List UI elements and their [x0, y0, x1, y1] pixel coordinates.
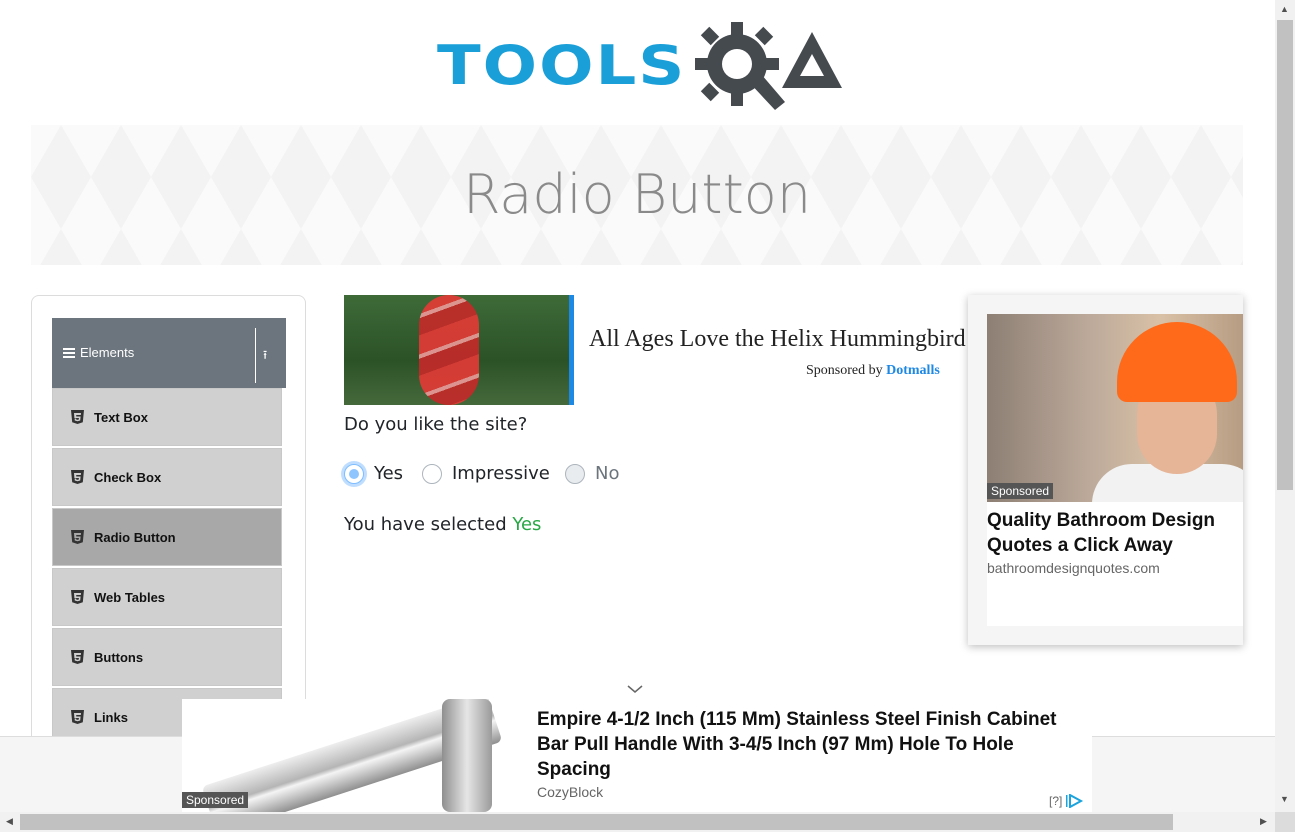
hummingbird-ad-image[interactable]: [344, 295, 574, 405]
sidebar-item-label: Text Box: [94, 409, 148, 425]
radio-yes-circle[interactable]: [344, 463, 364, 484]
sidebar-item-label: Check Box: [94, 469, 162, 485]
hamburger-icon: [63, 348, 75, 358]
radio-impressive-label[interactable]: Impressive: [452, 463, 550, 484]
ad-title[interactable]: All Ages Love the Helix Hummingbird: [589, 326, 969, 353]
gear-q-icon: [695, 22, 785, 110]
scroll-down-icon[interactable]: ▼: [1280, 794, 1289, 804]
sponsored-badge: Sponsored: [987, 483, 1054, 499]
radio-yes[interactable]: Yes: [344, 463, 403, 484]
html5-icon: [71, 410, 84, 424]
sidebar-item-buttons[interactable]: Buttons: [52, 628, 282, 686]
elements-group-header[interactable]: Elements ⭱: [52, 318, 286, 388]
logo-a-icon: [782, 32, 842, 88]
ad-text-box[interactable]: Quality Bathroom Design Quotes a Click A…: [987, 502, 1243, 626]
ad-domain: CozyBlock: [537, 784, 604, 800]
adchoices[interactable]: [?]: [1049, 794, 1084, 808]
html5-icon: [71, 470, 84, 484]
html5-icon: [71, 530, 84, 544]
html5-icon: [71, 650, 84, 664]
result-prefix: You have selected: [344, 514, 513, 535]
adchoices-icon[interactable]: [1066, 794, 1084, 808]
handle-leg: [442, 699, 492, 812]
logo-text: TOOLS: [437, 34, 687, 98]
adchoices-label[interactable]: [?]: [1049, 794, 1062, 808]
vertical-scroll-thumb[interactable]: [1277, 20, 1293, 490]
ad-title[interactable]: Empire 4-1/2 Inch (115 Mm) Stainless Ste…: [537, 707, 1092, 782]
vertical-scrollbar[interactable]: ▲ ▼: [1275, 0, 1295, 812]
radio-yes-label[interactable]: Yes: [374, 463, 403, 484]
group-label: Elements: [80, 345, 135, 360]
toolsqa-logo[interactable]: TOOLS: [437, 20, 842, 112]
question-text: Do you like the site?: [344, 414, 528, 435]
divider: [255, 328, 256, 383]
horizontal-scroll-thumb[interactable]: [20, 814, 1173, 830]
sidebar-item-check-box[interactable]: Check Box: [52, 448, 282, 506]
scrollbar-corner: [1275, 812, 1295, 832]
html5-icon: [71, 590, 84, 604]
sponsored-badge: Sponsored: [182, 792, 249, 808]
sidebar-item-radio-button[interactable]: Radio Button: [52, 508, 282, 566]
ad-title[interactable]: Quality Bathroom Design Quotes a Click A…: [987, 508, 1243, 558]
sidebar-item-text-box[interactable]: Text Box: [52, 388, 282, 446]
left-sidebar: Elements ⭱ Text Box Check Box Radio Butt…: [31, 295, 306, 755]
bottom-ad[interactable]: Sponsored Empire 4-1/2 Inch (115 Mm) Sta…: [182, 699, 1092, 812]
chevron-down-icon[interactable]: [627, 681, 643, 697]
radio-no-label: No: [595, 463, 620, 484]
sidebar-item-label: Web Tables: [94, 589, 166, 605]
scroll-left-icon[interactable]: ◀: [6, 816, 13, 827]
sponsor-brand-link[interactable]: Dotmalls: [886, 363, 940, 378]
scroll-up-icon[interactable]: ▲: [1280, 4, 1289, 14]
radio-no: No: [565, 463, 619, 484]
ad-photo: [987, 314, 1243, 502]
html5-icon: [71, 710, 84, 724]
radio-impressive[interactable]: Impressive: [422, 463, 550, 484]
page-title: Radio Button: [462, 163, 812, 226]
collapse-arrow-icon[interactable]: ⭱: [263, 346, 267, 367]
radio-impressive-circle[interactable]: [422, 463, 442, 484]
horizontal-scrollbar[interactable]: ◀ ▶: [0, 812, 1275, 832]
helix-ribbon-graphic: [419, 295, 479, 405]
selection-result: You have selected Yes: [344, 514, 541, 535]
sidebar-item-label: Links: [94, 709, 128, 725]
result-value: Yes: [512, 514, 542, 535]
sidebar-item-web-tables[interactable]: Web Tables: [52, 568, 282, 626]
ad-domain: bathroomdesignquotes.com: [987, 560, 1160, 576]
radio-no-circle: [565, 463, 585, 484]
ad-sponsor-line: Sponsored by Dotmalls: [806, 363, 940, 379]
scroll-right-icon[interactable]: ▶: [1260, 816, 1267, 827]
sidebar-item-label: Buttons: [94, 649, 144, 665]
page-banner: Radio Button: [31, 125, 1243, 265]
sidebar-item-label: Radio Button: [94, 529, 176, 545]
photo-helmet: [1117, 322, 1237, 402]
right-ad-card[interactable]: Sponsored Quality Bathroom Design Quotes…: [968, 295, 1243, 645]
sponsored-by-label: Sponsored by: [806, 363, 883, 378]
